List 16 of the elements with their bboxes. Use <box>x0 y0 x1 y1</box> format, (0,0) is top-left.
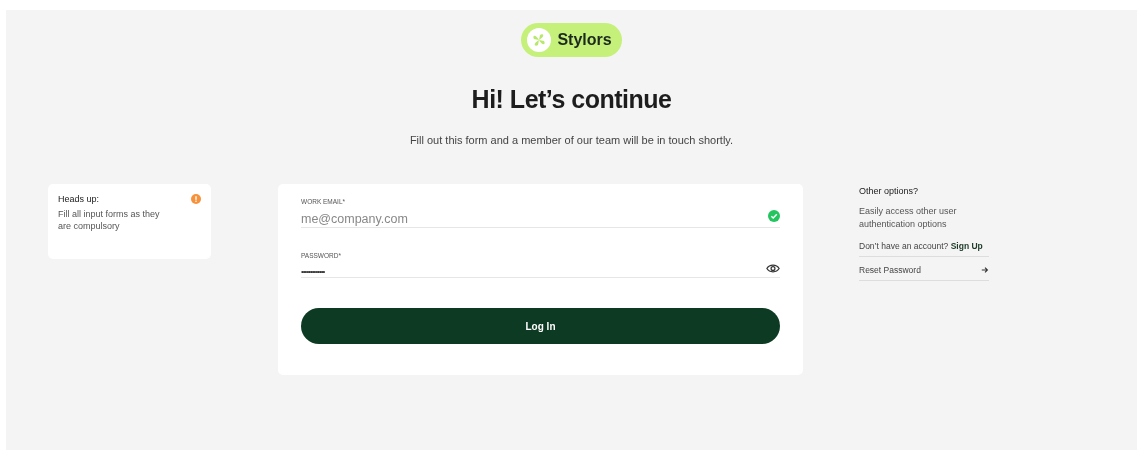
options-title: Other options? <box>859 186 920 196</box>
clover-icon <box>527 28 552 52</box>
notice-text: Fill all input forms as they are compulsory <box>58 208 161 232</box>
page-heading: Hi! Let’s continue <box>471 85 672 114</box>
eye-icon[interactable] <box>766 262 780 274</box>
brand-name: Stylors <box>557 31 612 49</box>
password-field[interactable]: ••••••••••••• <box>301 259 760 277</box>
arrow-icon[interactable] <box>981 266 989 274</box>
notice-title: Heads up: <box>58 194 100 204</box>
login-button[interactable]: Log In <box>301 308 780 344</box>
subtitle: Fill out this form and a member of our team will be in touch shortly. <box>409 134 734 146</box>
alert-icon <box>191 194 201 204</box>
option-link[interactable]: Reset Password <box>859 265 921 275</box>
email-field[interactable]: me@company.com <box>301 208 762 227</box>
option-link[interactable]: Don’t have an account? Sign Up <box>859 241 983 251</box>
options-text: Easily access other user authentication options <box>859 205 958 231</box>
